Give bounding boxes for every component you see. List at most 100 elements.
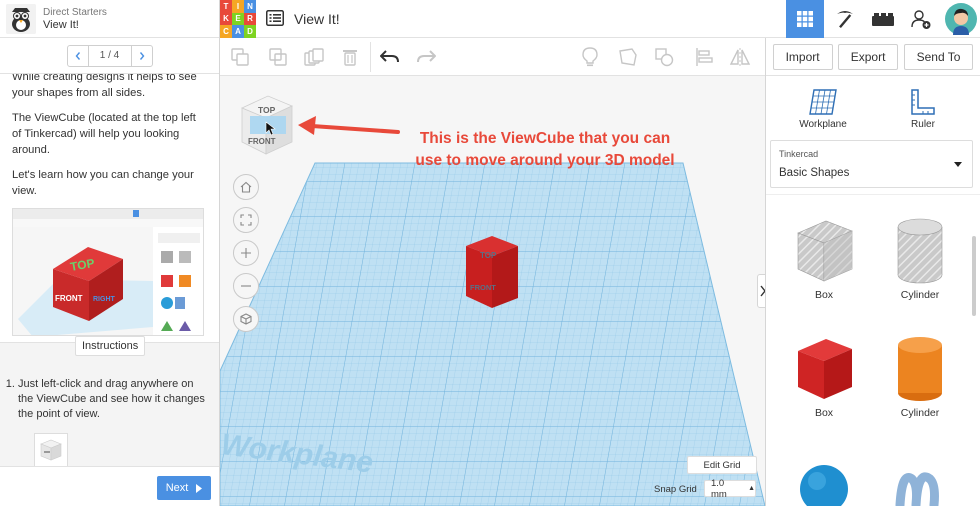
sphere-icon [800, 465, 848, 506]
scribble-icon [895, 472, 939, 506]
shape-cylinder-hole[interactable]: Cylinder [880, 217, 960, 301]
notes-button[interactable] [578, 46, 602, 68]
minus-icon [241, 285, 251, 287]
edit-grid-button[interactable]: Edit Grid [687, 456, 757, 474]
home-icon [240, 181, 252, 193]
undo-button[interactable] [378, 46, 402, 68]
library-selected: Basic Shapes [779, 167, 850, 179]
red-box-shape[interactable]: TOP FRONT [466, 236, 518, 310]
instructions-list: Just left-click and drag anywhere on the… [18, 377, 208, 422]
3d-view-button[interactable] [786, 0, 824, 38]
logo-letter: R [244, 12, 256, 26]
shape-cylinder[interactable]: Cylinder [880, 335, 960, 419]
shapes-grid: Box Cylinder Box Cylinder [766, 194, 980, 506]
svg-text:RIGHT: RIGHT [93, 296, 116, 303]
lesson-content: While creating designs it helps to see y… [0, 74, 219, 342]
export-button[interactable]: Export [837, 43, 899, 70]
workplane-label: Workplane [799, 119, 847, 130]
duplicate-icon [304, 48, 324, 66]
user-avatar[interactable] [942, 0, 980, 38]
ruler-label: Ruler [911, 119, 935, 130]
svg-text:FRONT: FRONT [55, 294, 83, 303]
zoom-out-button[interactable] [233, 273, 259, 299]
logo-letter: D [244, 25, 256, 38]
import-button[interactable]: Import [772, 43, 833, 70]
cube-icon [240, 313, 252, 325]
ruler-tool[interactable]: Ruler [888, 84, 958, 130]
box-red-icon [798, 339, 852, 399]
toolbar-divider [370, 42, 371, 72]
logo-letter: E [232, 12, 244, 26]
3d-workspace[interactable]: Workplane TOP FRONT TOP FRONT This is th… [220, 76, 765, 506]
design-list-icon[interactable] [266, 10, 284, 31]
add-user-icon [911, 10, 931, 29]
workspace-tools: Workplane Ruler [766, 78, 980, 138]
grid-icon [797, 11, 813, 27]
align-button[interactable] [692, 46, 716, 68]
shape-scribble[interactable] [880, 457, 960, 506]
shapes-panel: Import Export Send To Workplane Ruler Ti… [765, 38, 980, 506]
shape-label: Cylinder [900, 407, 940, 419]
document-title[interactable]: View It! [294, 11, 340, 27]
shape-box-hole[interactable]: Box [784, 217, 864, 301]
shape-solid-button[interactable] [616, 46, 640, 68]
instructions-section: Instructions Just left-click and drag an… [0, 336, 219, 467]
lesson-paragraph: The ViewCube (located at the top left of… [12, 112, 196, 156]
instruction-viewcube-thumbnail [34, 433, 68, 467]
bricks-view-button[interactable] [864, 0, 902, 38]
file-actions: Import Export Send To [766, 38, 980, 76]
shape-library-select[interactable]: Tinkercad Basic Shapes [770, 140, 973, 188]
workplane-tool[interactable]: Workplane [788, 84, 858, 130]
shapes-scrollbar[interactable] [972, 236, 976, 316]
fit-view-button[interactable] [233, 207, 259, 233]
next-step-arrow-button[interactable] [132, 46, 152, 66]
align-icon [696, 48, 713, 66]
lesson-paragraph: Let's learn how you can change your view… [12, 169, 194, 197]
annotation-line-2: use to move around your 3D model [415, 152, 675, 169]
solid-shape-icon [619, 48, 637, 66]
lesson-avatar [6, 3, 36, 34]
group-button[interactable] [652, 46, 676, 68]
ruler-icon [911, 89, 935, 115]
snap-grid-label: Snap Grid [654, 484, 697, 495]
lesson-screenshot-image: TOP FRONT RIGHT [12, 208, 204, 336]
duplicate-button[interactable] [302, 46, 326, 68]
redo-button[interactable] [414, 46, 438, 68]
caret-up-icon: ▲ [748, 485, 755, 492]
copy-button[interactable] [228, 46, 252, 68]
home-view-button[interactable] [233, 174, 259, 200]
instructions-label: Instructions [75, 336, 146, 356]
perspective-button[interactable] [233, 306, 259, 332]
library-source: Tinkercad [779, 149, 819, 159]
shape-sphere[interactable] [784, 457, 864, 506]
prev-step-button[interactable] [68, 46, 88, 66]
cylinder-hole-icon [897, 218, 943, 284]
mirror-icon [729, 48, 751, 66]
annotation-line-1: This is the ViewCube that you can [419, 130, 671, 147]
mirror-button[interactable] [728, 46, 752, 68]
paste-button[interactable] [266, 46, 290, 68]
lesson-title: View It! [43, 18, 79, 31]
add-user-button[interactable] [902, 0, 940, 38]
snap-grid-value: 1.0 mm [711, 477, 727, 500]
lesson-pager: 1 / 4 [0, 38, 219, 74]
zoom-in-button[interactable] [233, 240, 259, 266]
copy-icon [231, 48, 249, 66]
logo-letter: T [220, 0, 232, 13]
shape-label: Box [814, 407, 834, 419]
group-icon [655, 48, 674, 67]
edit-toolbar [220, 38, 765, 76]
chevron-left-icon [75, 51, 80, 60]
box-front-label: FRONT [470, 283, 496, 292]
send-to-button[interactable]: Send To [903, 43, 974, 70]
shape-box[interactable]: Box [784, 335, 864, 419]
delete-button[interactable] [338, 46, 362, 68]
logo-letter: I [232, 0, 244, 13]
caret-down-icon [954, 162, 962, 167]
blocks-view-button[interactable] [826, 0, 864, 38]
tinkercad-logo[interactable]: TINKERCAD [220, 0, 256, 38]
avatar-icon [945, 3, 977, 35]
snap-grid-select[interactable]: 1.0 mm ▲ [704, 477, 756, 500]
lesson-paragraph: While creating designs it helps to see y… [12, 74, 197, 99]
next-button[interactable]: Next [157, 476, 211, 500]
